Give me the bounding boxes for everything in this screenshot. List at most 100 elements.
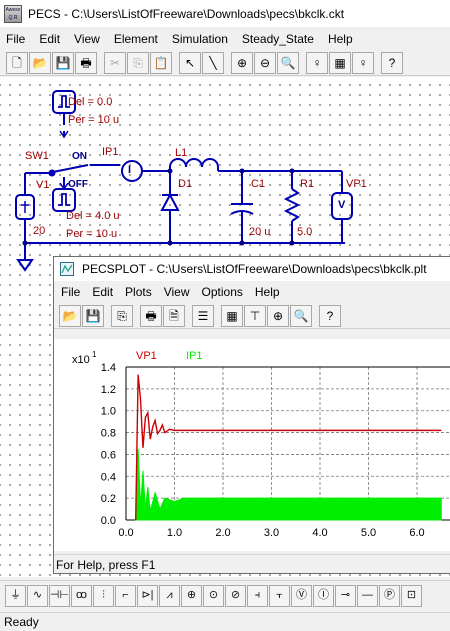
zoom-in-button[interactable]: ⊕ bbox=[267, 304, 289, 327]
paste-button[interactable]: 📋 bbox=[150, 52, 172, 74]
ground-icon: ⏚ bbox=[10, 589, 21, 601]
pecsplot-window[interactable]: PECSPLOT - C:\Users\ListOfFreeware\Downl… bbox=[53, 256, 450, 574]
copy-button[interactable]: ⎘ bbox=[127, 52, 149, 74]
x-tick-label: 0.0 bbox=[118, 527, 133, 539]
help-button[interactable]: ? bbox=[381, 52, 403, 74]
print-preview-icon: 🗎 bbox=[169, 308, 179, 323]
plot-menu-help[interactable]: Help bbox=[249, 285, 286, 299]
grid-icon: ▦ bbox=[226, 308, 238, 323]
resistor-r1[interactable] bbox=[283, 188, 301, 222]
wire-button[interactable]: — bbox=[357, 584, 378, 607]
inductor-l1[interactable] bbox=[169, 158, 219, 171]
controlled-source-button[interactable]: ⫟ bbox=[269, 584, 290, 607]
menu-element[interactable]: Element bbox=[107, 32, 165, 46]
y-tick-label: 1.4 bbox=[101, 362, 116, 374]
ammeter-symbol: I bbox=[128, 164, 132, 176]
voltage-probe-button[interactable]: Ⓥ bbox=[291, 584, 312, 607]
switch-button[interactable]: ⌐ bbox=[115, 584, 136, 607]
l1-label: L1 bbox=[175, 147, 188, 159]
zoom-in-button[interactable]: ⊕ bbox=[231, 52, 253, 74]
run-simulation-button[interactable]: ♀ bbox=[306, 52, 328, 74]
on-label: ON bbox=[72, 151, 87, 162]
plot-menu-options[interactable]: Options bbox=[196, 285, 249, 299]
help-button[interactable]: ? bbox=[319, 304, 341, 327]
diode-d1[interactable] bbox=[160, 192, 180, 211]
plot-menu-edit[interactable]: Edit bbox=[86, 285, 119, 299]
zoom-fit-button[interactable]: 🔍 bbox=[277, 52, 299, 74]
current-source-button[interactable]: ⊙ bbox=[203, 584, 224, 607]
dc-source-button[interactable]: ⊕ bbox=[181, 584, 202, 607]
marker-button[interactable]: ⊤ bbox=[244, 304, 266, 327]
open-folder-button[interactable]: 📂 bbox=[29, 52, 51, 74]
ground-symbol bbox=[16, 259, 34, 272]
vp1-label: VP1 bbox=[346, 178, 367, 190]
component-toolbar: ⏚ ∿ ⊣⊢ ꝏ ⫶ ⌐ ⊳| ⩘ ⊕ ⊙ ⊘ ⫞ ⫟ Ⓥ Ⓘ ⊸ — Ⓟ ⊡ bbox=[0, 580, 450, 610]
save-button[interactable]: 💾 bbox=[52, 52, 74, 74]
capacitor-button[interactable]: ⊣⊢ bbox=[49, 584, 70, 607]
steady-state-button[interactable]: ♀ bbox=[352, 52, 374, 74]
print-button[interactable]: 🖶 bbox=[75, 52, 97, 74]
table-button[interactable]: ☰ bbox=[192, 304, 214, 327]
menu-steady-state[interactable]: Steady_State bbox=[235, 32, 321, 46]
menu-edit[interactable]: Edit bbox=[32, 32, 67, 46]
marker-icon: ⊤ bbox=[249, 308, 261, 323]
new-file-button[interactable]: 🗋 bbox=[6, 52, 28, 74]
transformer-button[interactable]: ⫶ bbox=[93, 584, 114, 607]
sw1-label: SW1 bbox=[25, 150, 49, 162]
plot-menu-view[interactable]: View bbox=[158, 285, 196, 299]
plot-menu-file[interactable]: File bbox=[55, 285, 86, 299]
resistor-button[interactable]: ⩘ bbox=[159, 584, 180, 607]
pointer-tool-button[interactable]: ↖ bbox=[179, 52, 201, 74]
plot-window-button[interactable]: ▦ bbox=[329, 52, 351, 74]
ammeter-ip1[interactable] bbox=[121, 160, 143, 182]
plot-app-icon bbox=[60, 262, 74, 276]
plot-toolbar: 📂 💾 ⎘ 🖶 🗎 ☰ ▦ ⊤ ⊕ 🔍? bbox=[54, 303, 450, 329]
open-folder-button[interactable]: 📂 bbox=[59, 304, 81, 327]
wire-tool-button[interactable]: ╲ bbox=[202, 52, 224, 74]
zoom-in-icon: ⊕ bbox=[272, 308, 284, 323]
node-icon: ⊸ bbox=[340, 589, 351, 601]
menu-simulation[interactable]: Simulation bbox=[165, 32, 235, 46]
ground-button[interactable]: ⏚ bbox=[5, 584, 26, 607]
plot-status-text: For Help, press F1 bbox=[56, 557, 156, 572]
main-toolbar: 🗋 📂 💾 🖶 ✂ ⎘ 📋 ↖ ╲ ⊕ ⊖ 🔍 ♀ ▦ ♀? bbox=[0, 51, 450, 76]
current-probe-icon: Ⓘ bbox=[318, 589, 329, 601]
current-probe-button[interactable]: Ⓘ bbox=[313, 584, 334, 607]
grid-button[interactable]: ▦ bbox=[221, 304, 243, 327]
status-bar: Ready bbox=[0, 612, 450, 631]
r1-label: R1 bbox=[300, 178, 315, 190]
y-multiplier-exponent: 1 bbox=[92, 350, 97, 359]
plot-title-bar[interactable]: PECSPLOT - C:\Users\ListOfFreeware\Downl… bbox=[54, 257, 450, 281]
menu-view[interactable]: View bbox=[67, 32, 107, 46]
diode-button[interactable]: ⊳| bbox=[137, 584, 158, 607]
plot-status-bar: For Help, press F1 bbox=[54, 554, 450, 574]
zoom-fit-button[interactable]: 🔍 bbox=[290, 304, 312, 327]
inductor-button[interactable]: ꝏ bbox=[71, 584, 92, 607]
save-button[interactable]: 💾 bbox=[82, 304, 104, 327]
print-preview-button[interactable]: 🗎 bbox=[163, 304, 185, 327]
capacitor-icon: ⊣⊢ bbox=[49, 589, 70, 601]
current-source-icon: ⊙ bbox=[208, 589, 219, 601]
zoom-out-button[interactable]: ⊖ bbox=[254, 52, 276, 74]
label-button[interactable]: Ⓟ bbox=[379, 584, 400, 607]
node-button[interactable]: ⊸ bbox=[335, 584, 356, 607]
y-tick-label: 1.2 bbox=[101, 384, 116, 396]
copy-button[interactable]: ⎘ bbox=[111, 304, 133, 327]
print-button[interactable]: 🖶 bbox=[140, 304, 162, 327]
cut-button[interactable]: ✂ bbox=[104, 52, 126, 74]
clock-source-off[interactable] bbox=[52, 188, 76, 212]
help-icon: ? bbox=[388, 56, 396, 70]
menu-help[interactable]: Help bbox=[321, 32, 360, 46]
cut-icon: ✂ bbox=[109, 56, 121, 70]
battery-button[interactable]: ⫞ bbox=[247, 584, 268, 607]
ac-source-button[interactable]: ⊘ bbox=[225, 584, 246, 607]
menu-file[interactable]: File bbox=[0, 32, 32, 46]
sine-source-button[interactable]: ∿ bbox=[27, 584, 48, 607]
x-tick-label: 5.0 bbox=[361, 527, 376, 539]
plot-area[interactable]: x10 1 VP1 IP1 0.0 0.2 0.4 0.6 0.8 1.0 1.2 1.4 0.0 1.0… bbox=[54, 339, 450, 551]
plot-menu-plots[interactable]: Plots bbox=[119, 285, 158, 299]
copy-icon: ⎘ bbox=[117, 308, 127, 323]
clock1-delay: Del = 0.0 bbox=[68, 96, 113, 108]
subcircuit-button[interactable]: ⊡ bbox=[401, 584, 422, 607]
steady-state-icon: ♀ bbox=[358, 56, 368, 70]
